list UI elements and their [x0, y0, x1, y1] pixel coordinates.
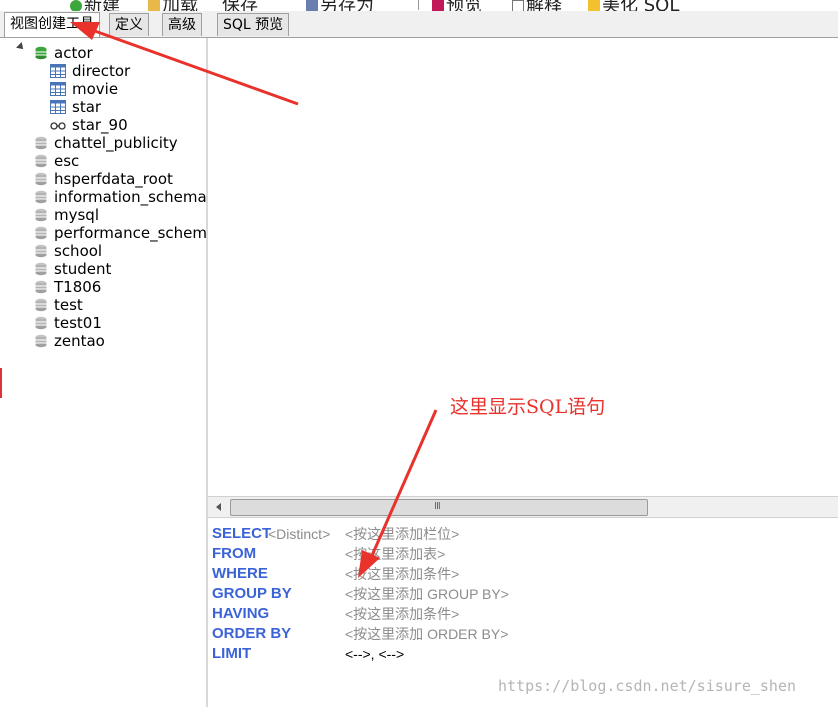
save-as-label: 另存为 [320, 0, 374, 11]
load-label: 加载 [162, 0, 198, 11]
tree-label: T1806 [54, 278, 102, 296]
database-icon [35, 280, 47, 294]
beautify-label: 美化 SQL [602, 0, 680, 11]
tab-view-builder[interactable]: 视图创建工具 [4, 12, 100, 37]
grip-icon: III [434, 501, 441, 512]
orderby-keyword[interactable]: ORDER BY [212, 624, 291, 644]
tree-label: mysql [54, 206, 99, 224]
having-placeholder[interactable]: <按这里添加条件> [345, 604, 459, 624]
explain-label: 解释 [526, 0, 562, 11]
orderby-placeholder[interactable]: <按这里添加 ORDER BY> [345, 624, 508, 644]
tab-bar: 视图创建工具 定义 高级 SQL 预览 [0, 11, 838, 38]
save-as-button[interactable]: 另存为 [306, 0, 374, 11]
where-placeholder[interactable]: <按这里添加条件> [345, 564, 459, 584]
preview-button[interactable]: 预览 [432, 0, 482, 11]
save-label: 保存 [222, 0, 258, 11]
tab-definition[interactable]: 定义 [109, 13, 149, 36]
save-as-icon [306, 0, 318, 11]
tab-sql-preview[interactable]: SQL 预览 [217, 13, 290, 36]
database-icon [35, 172, 47, 186]
explain-button[interactable]: 解释 [512, 0, 562, 11]
database-icon [35, 136, 47, 150]
tree-label: student [54, 260, 112, 278]
view-glasses-icon [50, 122, 66, 130]
tree-label: test01 [54, 314, 102, 332]
tree-label: zentao [54, 332, 105, 350]
distinct-option[interactable]: <Distinct> [268, 524, 330, 544]
edge-mark [0, 368, 2, 398]
preview-label: 预览 [446, 0, 482, 11]
database-icon [35, 154, 47, 168]
tree-label: performance_schema [54, 224, 208, 242]
beautify-icon [588, 0, 600, 11]
load-button[interactable]: 加载 [148, 0, 198, 11]
tree-label: director [72, 62, 131, 80]
table-icon [50, 100, 66, 114]
groupby-keyword[interactable]: GROUP BY [212, 584, 292, 604]
limit-value[interactable]: <-->, <--> [345, 644, 404, 664]
limit-keyword[interactable]: LIMIT [212, 644, 251, 664]
toolbar: 新建 加载 保存 另存为 预览 解释 美化 SQL [0, 0, 838, 11]
database-tree: actor director movie star star_90 chatte… [0, 38, 208, 707]
new-button[interactable]: 新建 [70, 0, 120, 11]
table-icon [50, 82, 66, 96]
expand-arrow-icon[interactable] [16, 42, 26, 52]
scroll-left-icon[interactable] [216, 503, 221, 511]
scroll-thumb[interactable]: III [230, 499, 648, 516]
database-icon [35, 316, 47, 330]
explain-icon [512, 0, 524, 11]
folder-icon [148, 0, 160, 11]
where-keyword[interactable]: WHERE [212, 564, 268, 584]
database-icon [35, 244, 47, 258]
tree-label: test [54, 296, 83, 314]
tree-label: esc [54, 152, 80, 170]
tree-label: chattel_publicity [54, 134, 178, 152]
toolbar-separator [418, 0, 419, 10]
database-icon [35, 226, 47, 240]
tree-label: star_90 [72, 116, 128, 134]
annotation-text: 这里显示SQL语句 [450, 396, 606, 418]
groupby-placeholder[interactable]: <按这里添加 GROUP BY> [345, 584, 509, 604]
tree-label: movie [72, 80, 119, 98]
watermark: https://blog.csdn.net/sisure_shen [498, 677, 797, 695]
add-icon [70, 0, 82, 11]
tree-label: information_schema [54, 188, 207, 206]
select-keyword[interactable]: SELECT [212, 524, 271, 544]
database-icon [35, 262, 47, 276]
horizontal-scrollbar[interactable]: III [208, 496, 838, 518]
tree-label: hsperfdata_root [54, 170, 173, 188]
beautify-sql-button[interactable]: 美化 SQL [588, 0, 679, 11]
database-icon [35, 334, 47, 348]
view-canvas[interactable] [208, 38, 838, 496]
database-icon [35, 190, 47, 204]
tab-advanced[interactable]: 高级 [162, 13, 202, 36]
preview-icon [432, 0, 444, 11]
select-placeholder[interactable]: <按这里添加栏位> [345, 524, 459, 544]
database-icon [35, 298, 47, 312]
table-icon [50, 64, 66, 78]
tree-label: star [72, 98, 102, 116]
having-keyword[interactable]: HAVING [212, 604, 269, 624]
tree-label: actor [54, 44, 93, 62]
database-icon [35, 46, 47, 60]
from-placeholder[interactable]: <按这里添加表> [345, 544, 445, 564]
new-label: 新建 [84, 0, 120, 11]
database-icon [35, 208, 47, 222]
tree-label: school [54, 242, 103, 260]
save-button[interactable]: 保存 [222, 0, 258, 11]
from-keyword[interactable]: FROM [212, 544, 256, 564]
